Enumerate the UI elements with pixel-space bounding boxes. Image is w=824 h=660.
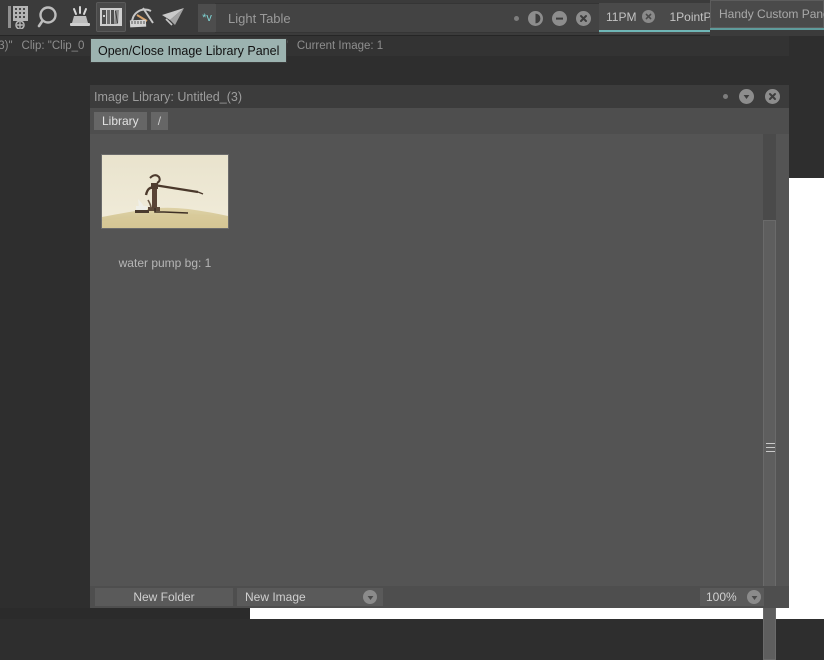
new-image-button[interactable]: New Image — [237, 588, 383, 606]
chevron-down-icon[interactable] — [363, 590, 377, 604]
breadcrumb-item-library[interactable]: Library — [94, 112, 147, 130]
breadcrumb-item-root[interactable]: / — [150, 112, 169, 130]
image-library-title: Image Library: Untitled_(3) — [94, 89, 242, 104]
new-image-label: New Image — [245, 590, 306, 604]
document-canvas-right — [789, 178, 824, 619]
image-library-footer: New Folder New Image 100% — [90, 586, 789, 608]
list-item[interactable]: water pump bg: 1 — [101, 154, 229, 270]
new-folder-button[interactable]: New Folder — [95, 588, 233, 606]
breadcrumb: Library / — [90, 108, 789, 134]
zoom-chevron-down-icon[interactable] — [747, 590, 761, 604]
document-title-text: Light Table — [228, 10, 291, 26]
magic-hat-icon[interactable] — [66, 3, 94, 31]
keypad-grid-icon[interactable] — [4, 3, 32, 31]
image-library-header: Image Library: Untitled_(3) — [90, 85, 789, 108]
zoom-control[interactable]: 100% — [700, 588, 764, 606]
tab-11pm[interactable]: 11PM — [599, 3, 663, 32]
tooltip-text: Open/Close Image Library Panel — [98, 43, 280, 58]
status-segment-current-image: Current Image: 1 — [296, 40, 384, 52]
magnifier-icon[interactable] — [35, 3, 63, 31]
tab-close-icon[interactable] — [642, 10, 656, 23]
thumbnail-image[interactable] — [101, 154, 229, 229]
thumbnail-label: water pump bg: 1 — [118, 256, 212, 270]
image-library-grid[interactable]: water pump bg: 1 — [90, 134, 789, 586]
handy-custom-panel-underline — [710, 28, 824, 30]
toolbar-icon-group: ? — [4, 2, 231, 32]
window-controls — [514, 4, 591, 32]
record-dot-icon — [514, 15, 519, 21]
panel-collapse-button[interactable] — [739, 89, 754, 104]
top-toolbar: ? *v Light Table 11PM 1PointP. — [0, 0, 824, 36]
document-modified-stamp: *v — [198, 4, 216, 32]
handy-custom-panel-window[interactable]: Handy Custom Panel — [710, 0, 824, 28]
minimize-button[interactable] — [552, 10, 567, 26]
zoom-value: 100% — [706, 590, 737, 604]
handy-custom-panel-title: Handy Custom Panel — [719, 7, 824, 21]
document-title-field[interactable]: *v Light Table — [198, 3, 600, 33]
image-library-panel: Image Library: Untitled_(3) Library / wa… — [90, 85, 789, 660]
ruler-protractor-icon[interactable] — [128, 3, 156, 31]
status-segment-doc: _(3)" — [0, 40, 13, 52]
image-library-icon[interactable] — [96, 2, 126, 32]
panel-dot-icon — [723, 94, 728, 99]
close-button[interactable] — [576, 10, 591, 26]
status-segment-clip: Clip: "Clip_0 — [21, 40, 85, 52]
vertical-scrollbar[interactable] — [763, 134, 776, 660]
scrollbar-grip-icon — [766, 443, 775, 452]
panel-close-button[interactable] — [765, 89, 780, 104]
paper-plane-icon[interactable] — [159, 3, 187, 31]
tooltip: Open/Close Image Library Panel — [90, 38, 288, 63]
tab-label: 11PM — [606, 9, 637, 24]
document-canvas-bottom — [250, 608, 824, 619]
application-background-strip — [0, 608, 250, 619]
play-button[interactable] — [528, 10, 543, 26]
image-library-header-controls — [723, 89, 780, 104]
